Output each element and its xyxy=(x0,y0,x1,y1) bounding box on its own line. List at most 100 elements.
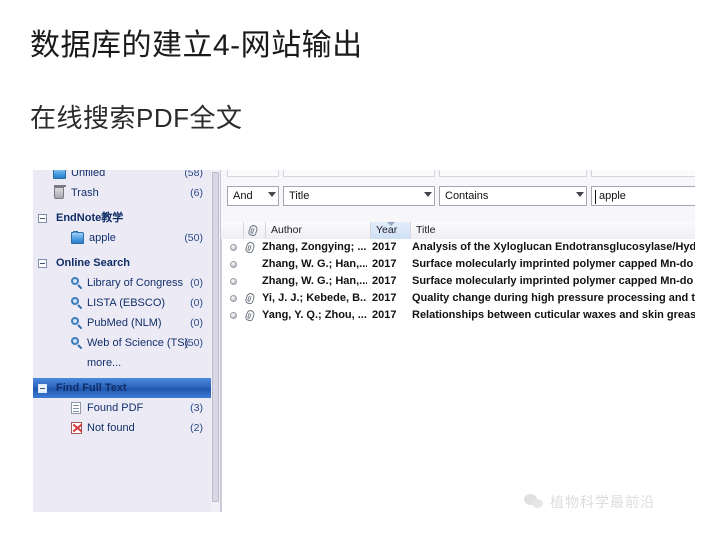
collapse-expander-icon[interactable] xyxy=(38,259,47,268)
search-icon xyxy=(71,317,83,329)
search-comparator-dropdown[interactable]: Contains xyxy=(439,170,587,177)
paperclip-icon xyxy=(244,309,256,322)
search-field-dropdown[interactable]: Title xyxy=(283,186,435,206)
search-operator-value: And xyxy=(233,190,253,202)
read-status-icon[interactable] xyxy=(230,244,237,251)
scrollbar-thumb[interactable] xyxy=(212,172,219,502)
sidebar-group-endnote-teaching[interactable]: EndNote教学 xyxy=(33,208,211,228)
sidebar-item-found-pdf[interactable]: Found PDF (3) xyxy=(33,398,211,418)
sidebar-group-find-full-text[interactable]: Find Full Text xyxy=(33,378,211,398)
wechat-logo-icon xyxy=(524,494,544,510)
navigation-pane: Unfiled (58) Trash (6) EndNote教学 apple (… xyxy=(33,170,212,512)
search-operator-dropdown[interactable]: And xyxy=(227,186,279,206)
sidebar-item-label: Web of Science (TS) xyxy=(87,337,189,349)
collapse-expander-icon[interactable] xyxy=(38,384,47,393)
document-icon xyxy=(71,402,81,414)
chevron-down-icon xyxy=(424,192,432,197)
cell-year: 2017 xyxy=(372,292,397,304)
results-list[interactable]: Zhang, Zongying; ... 2017 Analysis of th… xyxy=(221,239,695,512)
table-row[interactable]: Zhang, W. G.; Han,... 2017 Surface molec… xyxy=(222,273,695,290)
search-row-active: And Title Contains apple xyxy=(221,186,695,208)
cell-author: Yang, Y. Q.; Zhou, ... xyxy=(262,309,367,321)
cell-year: 2017 xyxy=(372,309,397,321)
column-header-title[interactable]: Title xyxy=(411,222,695,239)
search-icon xyxy=(71,337,83,349)
sidebar-item-not-found[interactable]: Not found (2) xyxy=(33,418,211,438)
search-term-value: apple xyxy=(599,190,626,202)
cell-title: Surface molecularly imprinted polymer ca… xyxy=(412,258,694,270)
cell-author: Zhang, W. G.; Han,... xyxy=(262,275,367,287)
search-row-clipped: And Author Contains xyxy=(221,170,695,179)
endnote-screenshot: Unfiled (58) Trash (6) EndNote教学 apple (… xyxy=(33,170,695,512)
collapse-expander-icon[interactable] xyxy=(38,214,47,223)
sidebar-item-pubmed-nlm[interactable]: PubMed (NLM) (0) xyxy=(33,313,211,333)
column-header-author[interactable]: Author xyxy=(266,222,371,239)
navigation-scrollbar[interactable] xyxy=(211,170,221,512)
sort-ascending-icon xyxy=(386,222,395,226)
column-header-read-status[interactable] xyxy=(221,222,244,239)
cell-year: 2017 xyxy=(372,275,397,287)
page-title: 数据库的建立4-网站输出 xyxy=(30,29,363,62)
sidebar-item-count: (2) xyxy=(190,422,203,434)
cell-title: Analysis of the Xyloglucan Endotransgluc… xyxy=(412,241,695,253)
search-comparator-dropdown[interactable]: Contains xyxy=(439,186,587,206)
sidebar-item-count: (6) xyxy=(190,187,203,199)
column-header-year[interactable]: Year xyxy=(371,222,411,239)
cell-title: Relationships between cuticular waxes an… xyxy=(412,309,695,321)
table-row[interactable]: Yang, Y. Q.; Zhou, ... 2017 Relationship… xyxy=(222,307,695,324)
search-term-input[interactable] xyxy=(591,170,695,177)
sidebar-item-count: (0) xyxy=(190,277,203,289)
paperclip-icon xyxy=(244,292,256,305)
read-status-icon[interactable] xyxy=(230,261,237,268)
sidebar-item-label: PubMed (NLM) xyxy=(87,317,162,329)
sidebar-item-count: (50) xyxy=(184,337,203,349)
sidebar-item-unfiled[interactable]: Unfiled (58) xyxy=(33,170,211,183)
sidebar-item-count: (0) xyxy=(190,317,203,329)
sidebar-item-library-of-congress[interactable]: Library of Congress (0) xyxy=(33,273,211,293)
sidebar-item-count: (58) xyxy=(184,170,203,179)
table-row[interactable]: Zhang, Zongying; ... 2017 Analysis of th… xyxy=(222,239,695,256)
column-header-attachment[interactable] xyxy=(244,222,266,239)
sidebar-group-label: Find Full Text xyxy=(56,382,127,394)
search-field-value: Author xyxy=(289,170,321,173)
chevron-down-icon xyxy=(268,192,276,197)
search-field-value: Title xyxy=(289,190,310,202)
cell-title: Surface molecularly imprinted polymer ca… xyxy=(412,275,694,287)
sidebar-item-label: LISTA (EBSCO) xyxy=(87,297,166,309)
results-pane: And Author Contains And xyxy=(221,170,695,512)
sidebar-item-more[interactable]: more... xyxy=(33,353,211,373)
watermark-text: 植物科学最前沿 xyxy=(550,494,655,510)
cell-author: Zhang, Zongying; ... xyxy=(262,241,367,253)
sidebar-item-apple[interactable]: apple (50) xyxy=(33,228,211,248)
search-comparator-value: Contains xyxy=(445,190,489,202)
sidebar-item-label: Not found xyxy=(87,422,135,434)
sidebar-item-label: Library of Congress xyxy=(87,277,183,289)
watermark: 植物科学最前沿 xyxy=(524,490,655,514)
sidebar-item-trash[interactable]: Trash (6) xyxy=(33,183,211,203)
chevron-down-icon xyxy=(576,192,584,197)
search-comparator-value: Contains xyxy=(445,170,488,173)
text-cursor xyxy=(595,190,596,204)
results-column-headers: Author Year Title xyxy=(221,222,695,240)
sidebar-item-label: Unfiled xyxy=(71,170,106,179)
sidebar-group-online-search[interactable]: Online Search xyxy=(33,253,211,273)
folder-icon xyxy=(53,170,66,179)
sidebar-item-label: apple xyxy=(89,232,116,244)
read-status-icon[interactable] xyxy=(230,312,237,319)
search-operator-dropdown[interactable]: And xyxy=(227,170,279,177)
search-criteria-panel: And Author Contains And xyxy=(221,170,695,223)
search-term-input[interactable]: apple xyxy=(591,186,695,206)
sidebar-item-lista-ebsco[interactable]: LISTA (EBSCO) (0) xyxy=(33,293,211,313)
sidebar-group-label: EndNote教学 xyxy=(56,212,124,224)
table-row[interactable]: Zhang, W. G.; Han,... 2017 Surface molec… xyxy=(222,256,695,273)
search-field-dropdown[interactable]: Author xyxy=(283,170,435,177)
sidebar-item-web-of-science[interactable]: Web of Science (TS) (50) xyxy=(33,333,211,353)
read-status-icon[interactable] xyxy=(230,278,237,285)
read-status-icon[interactable] xyxy=(230,295,237,302)
paperclip-icon xyxy=(247,224,259,237)
sidebar-item-count: (3) xyxy=(190,402,203,414)
search-icon xyxy=(71,277,83,289)
sidebar-item-label: Trash xyxy=(71,187,99,199)
table-row[interactable]: Yi, J. J.; Kebede, B.... 2017 Quality ch… xyxy=(222,290,695,307)
folder-icon xyxy=(71,231,84,244)
